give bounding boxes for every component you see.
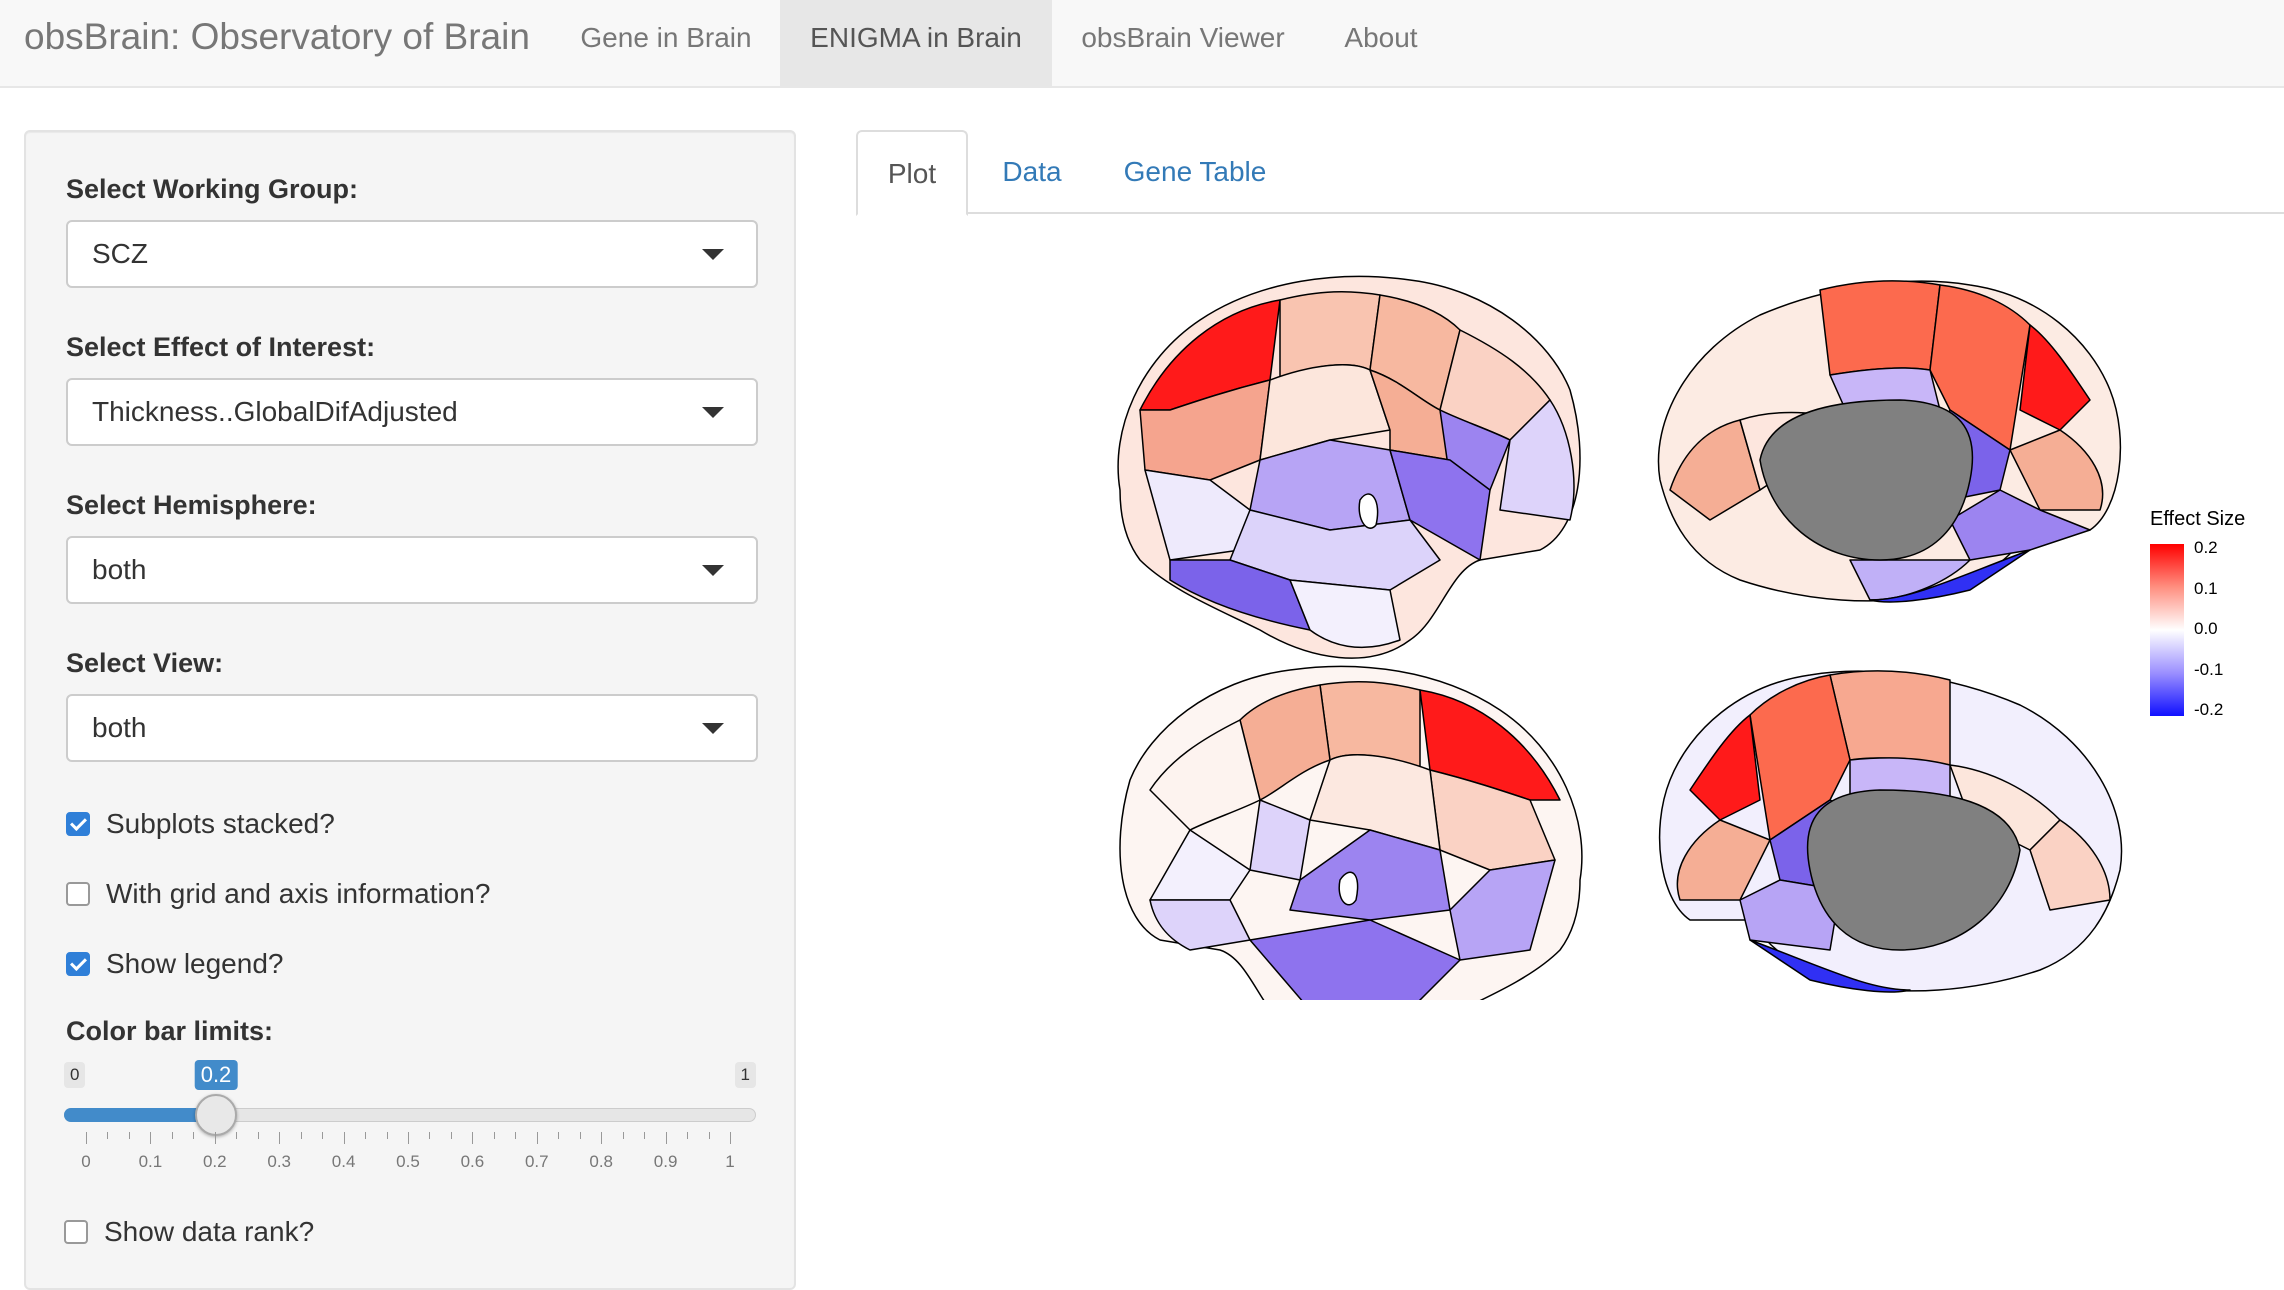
chevron-down-icon: [702, 249, 724, 260]
slider-tick-label: 0.3: [267, 1152, 292, 1171]
legend-title: Effect Size: [2150, 508, 2246, 530]
legend-color-bar: [2150, 544, 2184, 716]
slider-tick-label: 0.9: [653, 1152, 678, 1171]
nav-about[interactable]: About: [1326, 0, 1436, 86]
slider-minor-tick: [429, 1132, 431, 1139]
chevron-down-icon: [702, 723, 724, 734]
slider-minor-tick: [579, 1132, 581, 1139]
slider-tick: [665, 1132, 667, 1144]
grid-axis-checkbox[interactable]: [66, 882, 90, 906]
slider-fill: [64, 1108, 216, 1122]
slider-tick-label: 0.6: [460, 1152, 485, 1171]
color-bar-limits-label: Color bar limits:: [66, 1016, 274, 1046]
slider-minor-tick: [515, 1132, 517, 1139]
slider-tick-label: 0.2: [202, 1152, 227, 1171]
slider-tick: [601, 1132, 603, 1144]
slider-tick-label: 0.4: [331, 1152, 356, 1171]
slider-tick: [279, 1132, 281, 1144]
color-bar-slider[interactable]: 0 1 0.2 0 0.1 0.2 0.3 0.4 0.5 0.6 0.7 0.8 0.9 1: [64, 1060, 756, 1192]
slider-max-label: 1: [734, 1062, 756, 1088]
slider-minor-tick: [300, 1132, 302, 1139]
effect-value: Thickness..GlobalDifAdjusted: [92, 396, 458, 427]
tab-gene-table[interactable]: Gene Table: [1110, 130, 1280, 214]
nav-obsbrain-viewer[interactable]: obsBrain Viewer: [1066, 0, 1300, 86]
working-group-label: Select Working Group:: [66, 174, 359, 204]
slider-tick: [408, 1132, 409, 1144]
app-brand[interactable]: obsBrain: Observatory of Brain: [24, 0, 530, 88]
legend-label-min: -0.2: [2194, 700, 2224, 719]
slider-tick-label: 0.5: [396, 1152, 420, 1171]
slider-minor-tick: [193, 1132, 195, 1139]
navbar: obsBrain: Observatory of Brain Gene in B…: [0, 0, 2284, 88]
slider-tick: [472, 1132, 474, 1144]
nav-gene-in-brain[interactable]: Gene in Brain: [566, 0, 766, 86]
slider-tick: [86, 1132, 87, 1144]
slider-minor-tick: [386, 1132, 388, 1139]
output-tabs: Plot Data Gene Table: [856, 130, 2284, 216]
working-group-value: SCZ: [92, 238, 148, 269]
effect-select[interactable]: Thickness..GlobalDifAdjusted: [66, 378, 758, 446]
working-group-select[interactable]: SCZ: [66, 220, 758, 288]
lateral-view-top: [1117, 275, 1581, 659]
legend-label-low: -0.1: [2194, 660, 2224, 679]
slider-minor-tick: [708, 1132, 710, 1139]
slider-tick: [343, 1132, 345, 1144]
chevron-down-icon: [702, 565, 724, 576]
slider-tick-label: 0.1: [138, 1152, 163, 1171]
slider-minor-tick: [257, 1132, 259, 1139]
effect-label: Select Effect of Interest:: [66, 332, 376, 362]
slider-handle[interactable]: [195, 1094, 237, 1136]
view-value: both: [92, 712, 147, 743]
view-label: Select View:: [66, 648, 224, 678]
slider-min-label: 0: [64, 1062, 86, 1088]
slider-tick: [536, 1132, 538, 1144]
show-legend-label: Show legend?: [106, 948, 284, 979]
view-select[interactable]: both: [66, 694, 758, 762]
brain-surface-plot: [1117, 275, 2123, 1000]
medial-view-top: [1657, 280, 2122, 603]
slider-minor-tick: [558, 1132, 560, 1139]
grid-axis-label: With grid and axis information?: [106, 878, 491, 909]
slider-minor-tick: [450, 1132, 452, 1139]
hemisphere-select[interactable]: both: [66, 536, 758, 604]
slider-tick: [214, 1132, 216, 1144]
hemisphere-label: Select Hemisphere:: [66, 490, 317, 520]
slider-tick: [150, 1132, 152, 1144]
show-data-rank-checkbox[interactable]: [64, 1220, 88, 1244]
slider-tick-label: 0.8: [589, 1152, 614, 1171]
slider-minor-tick: [493, 1132, 495, 1139]
nav-enigma-in-brain[interactable]: ENIGMA in Brain: [780, 0, 1052, 86]
subplots-stacked-checkbox[interactable]: [66, 812, 90, 836]
slider-tick-label: 0: [81, 1152, 91, 1171]
legend-label-max: 0.2: [2194, 538, 2218, 557]
slider-value-label: 0.2: [194, 1060, 238, 1090]
slider-minor-tick: [107, 1132, 109, 1139]
legend-label-high: 0.1: [2194, 579, 2218, 598]
slider-minor-tick: [171, 1132, 173, 1139]
show-legend-checkbox[interactable]: [66, 952, 90, 976]
subplots-stacked-label: Subplots stacked?: [106, 808, 335, 839]
slider-tick: [730, 1132, 731, 1144]
slider-minor-tick: [687, 1132, 689, 1139]
slider-minor-tick: [128, 1132, 130, 1139]
show-data-rank-label: Show data rank?: [104, 1216, 315, 1247]
lateral-view-bottom: [1119, 665, 1583, 1000]
slider-minor-tick: [365, 1132, 367, 1139]
hemisphere-value: both: [92, 554, 147, 585]
medial-view-bottom: [1658, 670, 2123, 993]
slider-tick-label: 0.7: [524, 1152, 549, 1171]
slider-minor-tick: [322, 1132, 324, 1139]
slider-minor-tick: [236, 1132, 238, 1139]
slider-minor-tick: [622, 1132, 624, 1139]
legend-label-zero: 0.0: [2194, 619, 2218, 638]
slider-tick-label: 1: [725, 1152, 735, 1171]
chevron-down-icon: [702, 407, 724, 418]
slider-minor-tick: [644, 1132, 646, 1139]
tab-plot[interactable]: Plot: [856, 130, 968, 216]
tab-data[interactable]: Data: [982, 130, 1082, 214]
